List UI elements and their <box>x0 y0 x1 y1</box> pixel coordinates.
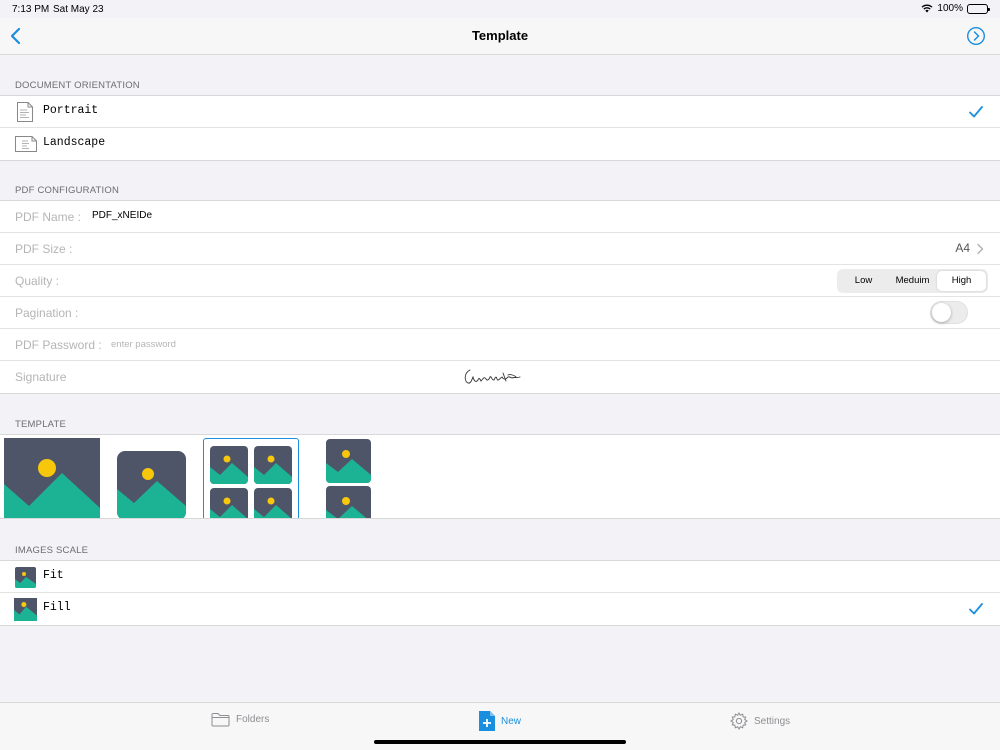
pdf-size-label: PDF Size : <box>15 242 73 256</box>
status-right: 100% <box>921 3 990 14</box>
quality-low-segment[interactable]: Low <box>839 271 888 291</box>
checkmark-icon <box>969 603 983 615</box>
fill-label: Fill <box>43 601 71 614</box>
landscape-label: Landscape <box>43 136 106 149</box>
image-grid-icon <box>210 446 292 518</box>
pdf-name-label: PDF Name : <box>15 210 82 224</box>
images-scale-group: Fit Fill <box>0 560 1000 626</box>
tab-new-label: New <box>501 715 522 727</box>
landscape-doc-icon <box>15 136 37 152</box>
template-header: TEMPLATE <box>15 419 67 430</box>
tab-folders[interactable]: Folders <box>211 712 269 727</box>
orientation-group: Portrait Landscape <box>0 95 1000 161</box>
new-document-icon <box>479 711 495 731</box>
orientation-portrait-row[interactable]: Portrait <box>0 96 1000 128</box>
image-placeholder-icon <box>4 438 100 518</box>
wifi-icon <box>921 4 933 13</box>
quality-medium-segment[interactable]: Meduim <box>888 271 937 291</box>
status-bar: 7:13 PM Sat May 23 100% <box>0 0 1000 18</box>
pdf-password-row[interactable]: PDF Password : enter password <box>0 329 1000 361</box>
signature-row[interactable]: Signature <box>0 361 1000 393</box>
folder-icon <box>211 713 230 727</box>
pagination-toggle[interactable] <box>930 301 968 324</box>
pdf-password-field[interactable]: enter password <box>111 339 176 350</box>
signature-image <box>464 369 521 384</box>
tab-folders-label: Folders <box>236 714 270 725</box>
pagination-label: Pagination : <box>15 306 79 320</box>
checkmark-icon <box>969 106 983 118</box>
pdf-name-row[interactable]: PDF Name : PDF_xNEIDe <box>0 201 1000 233</box>
fit-label: Fit <box>43 569 64 582</box>
gear-icon <box>730 712 748 730</box>
battery-icon <box>967 3 990 14</box>
pdf-size-row[interactable]: PDF Size : A4 <box>0 233 1000 265</box>
images-scale-header: IMAGES SCALE <box>15 545 89 556</box>
signature-label: Signature <box>15 370 67 384</box>
quality-segmented-control: Low Meduim High <box>837 269 988 293</box>
quality-row: Quality : Low Meduim High <box>0 265 1000 297</box>
scale-fill-row[interactable]: Fill <box>0 593 1000 625</box>
status-date: Sat May 23 <box>53 4 104 15</box>
tab-new[interactable]: New <box>479 711 521 731</box>
portrait-label: Portrait <box>43 104 99 117</box>
orientation-landscape-row[interactable]: Landscape <box>0 128 1000 160</box>
home-indicator <box>374 740 626 744</box>
chevron-right-icon <box>977 243 984 255</box>
template-option-full[interactable] <box>4 438 100 518</box>
battery-percent: 100% <box>937 3 963 14</box>
navigation-bar: Template <box>0 18 1000 55</box>
image-fill-icon <box>14 598 37 621</box>
scale-fit-row[interactable]: Fit <box>0 561 1000 593</box>
tab-settings-label: Settings <box>754 715 791 727</box>
pdf-size-value: A4 <box>955 241 970 255</box>
template-option-stack[interactable] <box>326 439 371 518</box>
quality-high-segment[interactable]: High <box>937 271 986 291</box>
status-time: 7:13 PM <box>12 4 50 15</box>
template-option-grid[interactable] <box>203 438 299 518</box>
image-placeholder-icon <box>117 451 186 518</box>
pagination-row: Pagination : <box>0 297 1000 329</box>
page-title: Template <box>471 28 529 43</box>
portrait-doc-icon <box>17 102 33 122</box>
image-fit-icon <box>15 567 36 588</box>
pdf-config-group: PDF Name : PDF_xNEIDe PDF Size : A4 Qual… <box>0 200 1000 394</box>
pdf-config-header: PDF CONFIGURATION <box>15 185 120 196</box>
tab-settings[interactable]: Settings <box>730 712 790 730</box>
template-strip <box>0 434 1000 519</box>
forward-circle-icon[interactable] <box>966 26 986 46</box>
pdf-password-label: PDF Password : <box>15 338 102 352</box>
quality-label: Quality : <box>15 274 60 288</box>
image-stack-icon <box>326 439 371 518</box>
pdf-name-field[interactable]: PDF_xNEIDe <box>92 210 152 221</box>
orientation-header: DOCUMENT ORIENTATION <box>15 80 140 91</box>
template-option-rounded[interactable] <box>117 451 186 518</box>
